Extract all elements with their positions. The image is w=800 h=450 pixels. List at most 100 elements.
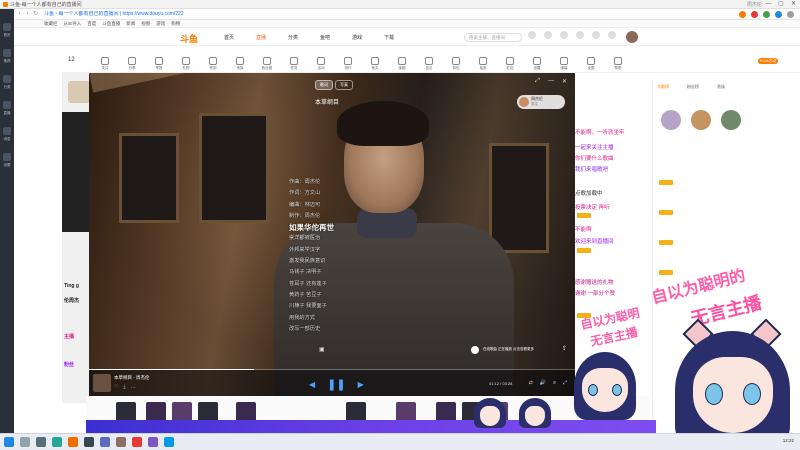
menu-icon[interactable]: [787, 11, 794, 18]
rank-tab[interactable]: 贵族: [717, 84, 725, 90]
shuffle-icon[interactable]: ⇄: [529, 380, 533, 386]
previous-icon[interactable]: ◀: [309, 380, 315, 389]
lyric-settings-icon[interactable]: ▣: [319, 346, 325, 353]
toolbar-item[interactable]: 贵族: [231, 57, 249, 71]
album-cover[interactable]: [93, 374, 111, 392]
minimize-icon[interactable]: —: [764, 1, 773, 8]
tab-lyrics[interactable]: 歌词: [315, 80, 333, 90]
nav-item[interactable]: 鱼吧: [320, 34, 330, 41]
fan-avatar[interactable]: [721, 110, 741, 130]
tab-photo[interactable]: 写真: [335, 80, 353, 90]
site-search-input[interactable]: 搜索主播、直播间: [464, 33, 522, 42]
app-icon[interactable]: [52, 437, 62, 447]
toolbar-item[interactable]: 设置: [528, 57, 546, 71]
url-field[interactable]: 斗鱼 - 每一个人都有自己的直播间 | https://www.douyu.co…: [44, 11, 234, 18]
toolbar-item[interactable]: 活动: [312, 57, 330, 71]
browser-tab[interactable]: 斗鱼-每一个人都有自己的直播间: [10, 1, 90, 9]
app-icon[interactable]: [148, 437, 158, 447]
toolbar-item[interactable]: 签到: [204, 57, 222, 71]
bookmark-item[interactable]: 从IE导入: [64, 20, 82, 27]
minimize-icon[interactable]: —: [548, 78, 554, 85]
bookmark-item[interactable]: 购物: [171, 20, 180, 27]
app-icon[interactable]: [100, 437, 110, 447]
rank-tab[interactable]: 粉丝榜: [687, 84, 699, 90]
toolbar-item[interactable]: 帮助: [609, 57, 627, 71]
playlist-icon[interactable]: ≡: [553, 380, 556, 386]
pause-icon[interactable]: ❚❚: [327, 378, 345, 391]
extension-orange-icon[interactable]: [739, 11, 746, 18]
toolbar-item[interactable]: 抽奖: [474, 57, 492, 71]
nav-item[interactable]: 下载: [384, 34, 394, 41]
search-icon[interactable]: [20, 437, 30, 447]
app-icon[interactable]: [84, 437, 94, 447]
toolbar-item[interactable]: 红包: [501, 57, 519, 71]
bookmark-item[interactable]: 游戏: [156, 20, 165, 27]
download-icon[interactable]: ⤓: [123, 384, 125, 390]
nav-item[interactable]: 首页: [224, 34, 234, 41]
expand-icon[interactable]: ⤢: [535, 78, 540, 85]
grid-icon[interactable]: [3, 75, 11, 83]
now-playing-float[interactable]: 在线歌曲 正在播放 点击查看更多 ⇪: [471, 343, 567, 357]
toolbar-item[interactable]: 关注: [96, 57, 114, 71]
streamer-thumbnail[interactable]: [68, 81, 90, 103]
toolbar-item[interactable]: 礼物: [177, 57, 195, 71]
like-icon[interactable]: ♡: [114, 384, 118, 390]
download-icon[interactable]: [560, 31, 568, 39]
app-icon[interactable]: [116, 437, 126, 447]
toolbar-item[interactable]: 全屏: [582, 57, 600, 71]
bookmark-item[interactable]: 视频: [141, 20, 150, 27]
bookmark-item[interactable]: 收藏栏: [44, 20, 58, 27]
video-icon[interactable]: [592, 31, 600, 39]
extension-red-icon[interactable]: [751, 11, 758, 18]
titlebar-search-text[interactable]: 周杰伦: [747, 1, 762, 8]
fan-avatar[interactable]: [661, 110, 681, 130]
follow-icon[interactable]: [544, 31, 552, 39]
task-icon[interactable]: [608, 31, 616, 39]
close-icon[interactable]: ✕: [789, 1, 798, 8]
extension-blue-icon[interactable]: [775, 11, 782, 18]
nav-item[interactable]: 游戏: [352, 34, 362, 41]
toolbar-item[interactable]: 鱼丸: [366, 57, 384, 71]
extension-green-icon[interactable]: [763, 11, 770, 18]
rank-tab[interactable]: 贡献榜: [657, 84, 669, 90]
toolbar-item[interactable]: 钻石: [420, 57, 438, 71]
close-icon[interactable]: ✕: [562, 78, 567, 85]
back-icon[interactable]: ‹: [16, 11, 23, 18]
toolbar-item[interactable]: 粉丝团: [258, 57, 276, 71]
follow-label[interactable]: 关注: [531, 102, 538, 107]
toolbar-item[interactable]: 排行: [339, 57, 357, 71]
app-icon[interactable]: [68, 437, 78, 447]
toolbar-item[interactable]: 分享: [123, 57, 141, 71]
toolbar-item[interactable]: 背包: [447, 57, 465, 71]
bookmark-item[interactable]: 斗鱼直播: [102, 20, 120, 27]
maximize-icon[interactable]: ▢: [777, 1, 786, 8]
toolbar-item[interactable]: 弹幕: [555, 57, 573, 71]
message-icon[interactable]: [3, 127, 11, 135]
toolbar-item[interactable]: 举报: [150, 57, 168, 71]
app-icon[interactable]: [132, 437, 142, 447]
gear-icon[interactable]: [3, 153, 11, 161]
next-icon[interactable]: ▶: [358, 380, 364, 389]
taskview-icon[interactable]: [36, 437, 46, 447]
bookmark-item[interactable]: 新闻: [126, 20, 135, 27]
toolbar-item[interactable]: 宝箱: [393, 57, 411, 71]
user-avatar[interactable]: [626, 31, 638, 43]
toolbar-item[interactable]: 任务: [285, 57, 303, 71]
live-icon[interactable]: [3, 101, 11, 109]
app-icon[interactable]: [164, 437, 174, 447]
douyu-logo[interactable]: 斗鱼: [180, 32, 198, 45]
volume-icon[interactable]: 🔊: [540, 380, 546, 386]
nav-item[interactable]: 分类: [288, 34, 298, 41]
star-icon[interactable]: [3, 49, 11, 57]
fan-avatar[interactable]: [691, 110, 711, 130]
history-icon[interactable]: [528, 31, 536, 39]
notification-icon[interactable]: [576, 31, 584, 39]
more-icon[interactable]: …: [131, 384, 136, 390]
fob-event-button[interactable]: FOB活动: [758, 58, 778, 64]
start-icon[interactable]: [4, 437, 14, 447]
reload-icon[interactable]: ↻: [32, 11, 39, 18]
nav-item-active[interactable]: 直播: [256, 34, 266, 41]
forward-icon[interactable]: ›: [24, 11, 31, 18]
artist-chip[interactable]: 周杰伦 关注: [517, 95, 565, 109]
home-icon[interactable]: [3, 23, 11, 31]
